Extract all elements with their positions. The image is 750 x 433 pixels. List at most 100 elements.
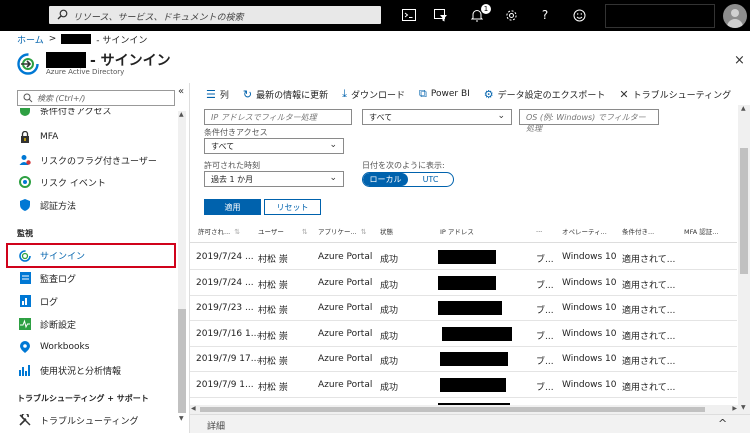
column-header-status[interactable]: 状態 (380, 226, 393, 236)
export-data-settings-button[interactable]: ⚙ データ設定のエクスポート (484, 88, 606, 101)
ip-address-redacted (440, 377, 506, 392)
directory-filter-icon[interactable] (431, 6, 451, 24)
left-nav-scroll-thumb[interactable] (178, 309, 186, 413)
cell-status: 成功 (380, 280, 399, 291)
column-header-mfa[interactable]: MFA 認証... (684, 226, 718, 236)
reset-button[interactable]: リセット (264, 199, 321, 215)
nav-item-sign-ins[interactable]: サインイン (6, 243, 176, 268)
os-filter-input[interactable]: OS (例: Windows) でフィルター処理 (519, 109, 659, 133)
scroll-up-arrow-icon[interactable]: ▲ (179, 111, 184, 118)
cell-conditional-access: 適用されて... (622, 382, 676, 393)
notification-count-badge: 1 (481, 4, 491, 14)
power-bi-button[interactable]: ⧉ Power BI (419, 87, 470, 101)
nav-item-label: Workbooks (40, 342, 90, 352)
column-header-conditional-access[interactable]: 条件付き... (622, 226, 654, 236)
cell-status: 成功 (380, 357, 399, 367)
nav-item-usage-insights[interactable]: 使用状況と分析情報 (8, 360, 176, 380)
close-blade-button[interactable]: × (734, 53, 745, 68)
toggle-local-option[interactable]: ローカル (363, 173, 408, 186)
column-header-date[interactable]: 許可され... ⇅ (198, 226, 240, 236)
column-header-os[interactable]: オペレーティ... (562, 226, 607, 236)
nav-item-conditional-access[interactable]: 条件付きアクセス (8, 108, 176, 118)
cell-more: ブ... (536, 255, 554, 265)
conditional-access-filter-select[interactable]: すべて ⌄ (204, 138, 344, 154)
user-avatar[interactable] (723, 4, 747, 28)
nav-item-label: ログ (40, 297, 59, 308)
nav-item-label: 使用状況と分析情報 (40, 366, 122, 377)
page-subtitle: Azure Active Directory (46, 68, 125, 76)
download-icon: ⤓ (342, 87, 347, 100)
feedback-smiley-icon[interactable] (569, 6, 589, 24)
cell-date: 2019/7/16 1... (196, 328, 260, 339)
cell-os: Windows 10 (562, 354, 617, 364)
cell-conditional-access: 適用されて... (622, 331, 676, 342)
nav-item-auth-methods[interactable]: 認証方法 (8, 195, 176, 215)
columns-label: 列 (219, 90, 229, 101)
refresh-button[interactable]: ↻ 最新の情報に更新 (243, 88, 328, 101)
troubleshoot-button[interactable]: ✕ トラブルシューティング (619, 88, 731, 101)
cell-conditional-access: 適用されて... (622, 357, 676, 367)
cell-status: 成功 (380, 382, 399, 393)
sort-icon: ⇅ (234, 228, 241, 236)
table-row[interactable]: 2019/7/16 1... 村松 崇 Azure Portal 成功 ブ... Wind… (190, 322, 737, 347)
account-name-redacted[interactable] (605, 4, 715, 28)
column-header-user[interactable]: ユーザー ⇅ (258, 226, 308, 236)
scroll-up-arrow-icon[interactable]: ▲ (741, 105, 746, 112)
table-row[interactable]: 2019/7/24 ... 村松 崇 Azure Portal 成功 ブ... Windo… (190, 245, 737, 270)
global-search-placeholder: リソース、サービス、ドキュメントの検索 (73, 13, 244, 23)
table-row[interactable]: 2019/7/9 17... 村松 崇 Azure Portal 成功 ブ... Wind… (190, 347, 737, 372)
nav-item-troubleshooting[interactable]: トラブルシューティング (8, 410, 176, 430)
column-header-more[interactable]: ... (536, 226, 542, 234)
nav-item-audit-logs[interactable]: 監査ログ (8, 268, 176, 288)
sign-in-icon (18, 249, 32, 262)
content-scroll-thumb[interactable] (740, 148, 748, 274)
content-horizontal-scrollbar[interactable]: ◀ ▶ (190, 405, 738, 414)
cell-more: ブ... (536, 280, 554, 291)
content-vertical-scrollbar[interactable]: ▲ ▼ (738, 105, 750, 414)
scroll-down-arrow-icon[interactable]: ▼ (179, 415, 184, 422)
chevron-up-icon[interactable]: ^ (718, 417, 727, 430)
apply-button[interactable]: 適用 (204, 199, 261, 215)
breadcrumb-home-link[interactable]: ホーム (17, 33, 44, 46)
cell-user: 村松 崇 (258, 255, 288, 265)
breadcrumb: ホーム > - サインイン (17, 33, 147, 46)
date-display-toggle[interactable]: ローカル UTC (362, 172, 454, 187)
scroll-right-arrow-icon[interactable]: ▶ (732, 405, 737, 412)
details-panel-bar[interactable]: 詳細 ^ (190, 414, 750, 433)
download-button[interactable]: ⤓ ダウンロード (342, 87, 405, 101)
status-filter-select[interactable]: すべて ⌄ (362, 109, 512, 125)
column-header-ip-address[interactable]: IP アドレス (440, 226, 474, 236)
ip-filter-input[interactable]: IP アドレスでフィルター処理 (204, 109, 352, 125)
table-row[interactable]: 2019/7/24 ... 村松 崇 Azure Portal 成功 ブ... Windo… (190, 271, 737, 296)
nav-item-mfa[interactable]: MFA (8, 127, 176, 147)
horizontal-scroll-thumb[interactable] (200, 407, 705, 412)
toggle-utc-option[interactable]: UTC (408, 173, 453, 186)
nav-item-diagnostic-settings[interactable]: 診断設定 (8, 314, 176, 334)
scroll-left-arrow-icon[interactable]: ◀ (191, 405, 196, 412)
columns-button[interactable]: ☰ 列 (206, 88, 229, 101)
usage-insights-icon (18, 364, 32, 376)
sort-icon: ⇅ (301, 228, 308, 236)
nav-item-risk-events[interactable]: リスク イベント (8, 172, 176, 192)
nav-search-input[interactable]: 検索 (Ctrl+/) (17, 90, 175, 106)
left-nav-scrollbar[interactable]: ▲ ▼ (178, 111, 186, 422)
time-filter-label: 許可された時刻 (204, 161, 260, 170)
help-question-icon[interactable]: ? (535, 6, 555, 24)
nav-item-logs[interactable]: ログ (8, 291, 176, 311)
cloud-shell-icon[interactable] (399, 6, 419, 24)
nav-item-workbooks[interactable]: Workbooks (8, 337, 176, 357)
time-filter-value: 過去 1 か月 (211, 175, 254, 184)
nav-item-risky-users[interactable]: リスクのフラグ付きユーザー (8, 150, 176, 170)
collapse-menu-button[interactable]: « (178, 86, 184, 97)
cell-application: Azure Portal (318, 328, 373, 339)
column-header-application[interactable]: アプリケー... ⇅ (318, 226, 367, 236)
breadcrumb-tenant-redacted (61, 34, 92, 44)
time-filter-select[interactable]: 過去 1 か月 ⌄ (204, 171, 344, 187)
ip-address-redacted (440, 352, 508, 366)
table-row[interactable]: 2019/7/9 1... 村松 崇 Azure Portal 成功 ブ... Windo… (190, 373, 737, 398)
scroll-down-arrow-icon[interactable]: ▼ (741, 404, 746, 411)
settings-gear-icon[interactable] (501, 6, 521, 24)
global-search-input[interactable]: リソース、サービス、ドキュメントの検索 (49, 6, 381, 24)
table-row[interactable]: 2019/7/23 ... 村松 崇 Azure Portal 成功 ブ... Windo… (190, 296, 737, 321)
nav-section-troubleshooting: トラブルシューティング + サポート (17, 394, 149, 403)
